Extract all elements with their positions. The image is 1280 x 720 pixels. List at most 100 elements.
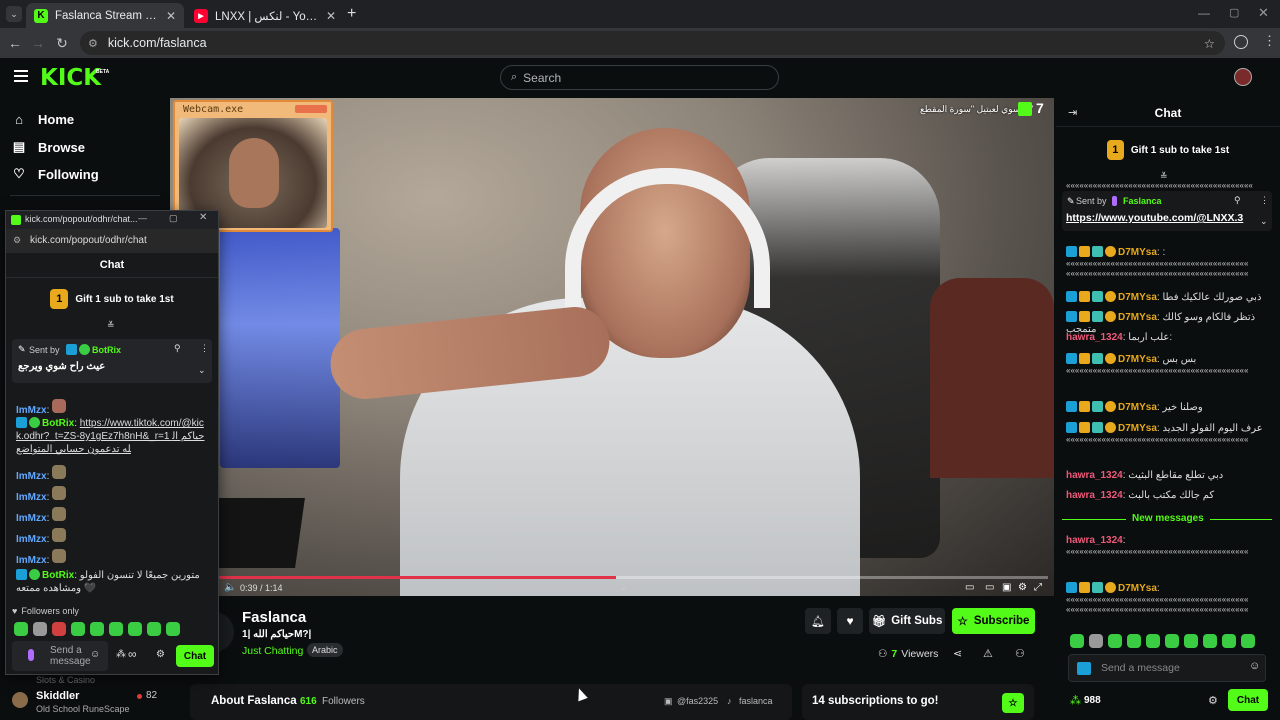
minimize-window-icon[interactable]: — — [138, 213, 147, 223]
chat-username[interactable]: ImMzx — [16, 492, 47, 503]
chat-username[interactable]: D7MYsa — [1118, 312, 1157, 323]
chat-username[interactable]: hawra_1324 — [1066, 535, 1123, 546]
pinned-message[interactable]: ✎ Sent by Faslanca ⚲ ⋮ https://www.youtu… — [1062, 191, 1272, 231]
emote-icon[interactable] — [52, 622, 66, 636]
sidebar-channel-skiddler[interactable]: Skiddler Old School RuneScape 82 — [12, 688, 162, 716]
popout-send-input[interactable]: Send a message ☺ — [12, 641, 108, 671]
emote-icon[interactable] — [1127, 634, 1141, 648]
site-info-icon[interactable]: ⚙ — [88, 37, 98, 50]
emote-icon[interactable] — [1165, 634, 1179, 648]
chevron-down-icon[interactable]: ≚ — [1160, 171, 1168, 182]
bookmark-star-icon[interactable]: ☆ — [1204, 36, 1215, 51]
settings-gear-icon[interactable]: ⚙ — [1018, 582, 1027, 593]
menu-kebab-icon[interactable]: ⋮ — [1263, 33, 1276, 49]
emote-icon[interactable] — [1070, 634, 1084, 648]
chevron-down-icon[interactable]: ⌄ — [620, 582, 628, 593]
chat-username[interactable]: BotRix — [42, 570, 74, 581]
send-message-input[interactable]: Send a message ☺ — [1068, 654, 1266, 682]
emote-icon[interactable] — [1184, 634, 1198, 648]
chat-username[interactable]: hawra_1324 — [1066, 490, 1123, 501]
menu-kebab-icon[interactable]: ⋮ — [1260, 195, 1269, 206]
notification-bell-button[interactable]: 🔔︎ — [805, 608, 831, 634]
chat-username[interactable]: ImMzx — [16, 513, 47, 524]
chat-username[interactable]: D7MYsa — [1118, 354, 1157, 365]
chat-username[interactable]: ImMzx — [16, 534, 47, 545]
chat-username[interactable]: D7MYsa — [1118, 402, 1157, 413]
points-icon[interactable]: ⁂ — [1070, 694, 1081, 707]
chat-username[interactable]: BotRix — [42, 418, 74, 429]
chat-username[interactable]: hawra_1324 — [1066, 470, 1123, 481]
popout-gift-banner[interactable]: 1 Gift 1 sub to take 1st — [6, 289, 218, 309]
menu-kebab-icon[interactable]: ⋮ — [200, 343, 209, 354]
emote-icon[interactable] — [128, 622, 142, 636]
volume-icon[interactable]: 🔈 — [224, 582, 236, 593]
address-bar[interactable]: ⚙ kick.com/faslanca ☆ — [80, 31, 1225, 55]
reload-icon[interactable]: ↻ — [52, 33, 72, 53]
chat-username[interactable]: hawra_1324 — [1066, 332, 1123, 343]
restore-window-icon[interactable]: ▢ — [1229, 6, 1239, 19]
stream-category[interactable]: Just Chatting — [242, 645, 303, 657]
emote-icon[interactable] — [71, 622, 85, 636]
stream-tag[interactable]: Arabic — [307, 643, 343, 657]
emote-icon[interactable] — [1108, 634, 1122, 648]
search-input[interactable]: ⌕ Search — [500, 65, 779, 90]
profile-icon[interactable] — [1234, 35, 1248, 49]
emoji-icon[interactable]: ☺ — [90, 649, 100, 660]
chat-username[interactable]: D7MYsa — [1118, 583, 1157, 594]
popout-chat-button[interactable]: Chat — [176, 645, 214, 667]
video-player[interactable]: Webcam.exe ر يسوي لعبتيل "سورة المقطع" 7… — [170, 98, 1054, 596]
tiktok-handle[interactable]: faslanca — [739, 696, 773, 706]
back-arrow-icon[interactable]: ← — [5, 33, 25, 53]
popout-address[interactable]: ⚙ kick.com/popout/odhr/chat — [6, 229, 218, 253]
pinned-link[interactable]: https://www.youtube.com/@LNXX.3 — [1066, 212, 1243, 224]
chevron-down-icon[interactable]: ≚ — [107, 320, 115, 331]
popout-pinned-message[interactable]: ✎ Sent by BotRix ⚲ ⋮ عيث راح شوي ويرجع ⌄ — [12, 339, 212, 383]
emote-icon[interactable] — [147, 622, 161, 636]
gift-banner[interactable]: 1 Gift 1 sub to take 1st — [1056, 140, 1280, 160]
emoji-icon[interactable]: ☺ — [1249, 660, 1260, 672]
streamer-name[interactable]: Faslanca — [242, 609, 306, 626]
tab-youtube[interactable]: ▶ LNXX | لنكس - YouTube ✕ — [186, 3, 344, 28]
chevron-down-icon[interactable]: ⌄ — [1260, 216, 1268, 227]
subscribe-button[interactable]: ☆ Subscribe — [952, 608, 1035, 634]
video-progress-track[interactable] — [218, 576, 1048, 579]
chat-username[interactable]: D7MYsa — [1118, 247, 1157, 258]
pin-action-icon[interactable]: ⚲ — [1234, 195, 1241, 206]
emote-icon[interactable] — [1146, 634, 1160, 648]
chat-username[interactable]: ImMzx — [16, 405, 47, 416]
chat-username[interactable]: ImMzx — [16, 555, 47, 566]
emote-icon[interactable] — [90, 622, 104, 636]
sidebar-item-following[interactable]: ♡ Following — [12, 166, 98, 182]
mic-icon[interactable] — [28, 649, 34, 661]
emote-icon[interactable] — [166, 622, 180, 636]
emote-icon[interactable] — [1203, 634, 1217, 648]
tab-faslanca[interactable]: K Faslanca Stream - Watch Live on Kick ✕ — [26, 3, 184, 28]
theatre-icon[interactable]: ▭ — [985, 582, 994, 593]
emote-icon[interactable] — [1241, 634, 1255, 648]
sidebar-item-browse[interactable]: ▤ Browse — [12, 139, 85, 155]
gift-subs-button[interactable]: 🎁︎ Gift Subs — [869, 608, 945, 634]
pip-icon[interactable]: ▭ — [965, 582, 974, 593]
chevron-down-icon[interactable]: ⌄ — [198, 365, 206, 376]
chat-send-button[interactable]: Chat — [1228, 689, 1268, 711]
emote-icon[interactable] — [109, 622, 123, 636]
close-icon[interactable]: ✕ — [166, 9, 176, 23]
close-window-icon[interactable]: ✕ — [1258, 5, 1269, 21]
subs-goal-button[interactable]: ☆ — [1002, 693, 1024, 713]
close-icon[interactable]: ✕ — [326, 9, 336, 23]
chat-username[interactable]: ImMzx — [16, 471, 47, 482]
chat-username[interactable]: D7MYsa — [1118, 423, 1157, 434]
add-user-icon[interactable]: ⚇ — [1015, 647, 1025, 660]
instagram-handle[interactable]: @fas2325 — [677, 696, 718, 706]
restore-window-icon[interactable]: ▢ — [169, 213, 178, 224]
new-messages-label[interactable]: New messages — [1126, 513, 1210, 524]
pin-action-icon[interactable]: ⚲ — [174, 343, 181, 354]
forward-arrow-icon[interactable]: → — [28, 33, 48, 53]
emote-icon[interactable] — [1089, 634, 1103, 648]
minimize-window-icon[interactable]: — — [1198, 6, 1210, 20]
settings-gear-icon[interactable]: ⚙ — [1208, 694, 1218, 707]
hamburger-menu-icon[interactable] — [14, 70, 28, 82]
close-window-icon[interactable]: ✕ — [199, 212, 207, 223]
kick-logo[interactable]: KICK — [40, 65, 101, 91]
cast-icon[interactable]: ▣ — [1002, 582, 1011, 593]
